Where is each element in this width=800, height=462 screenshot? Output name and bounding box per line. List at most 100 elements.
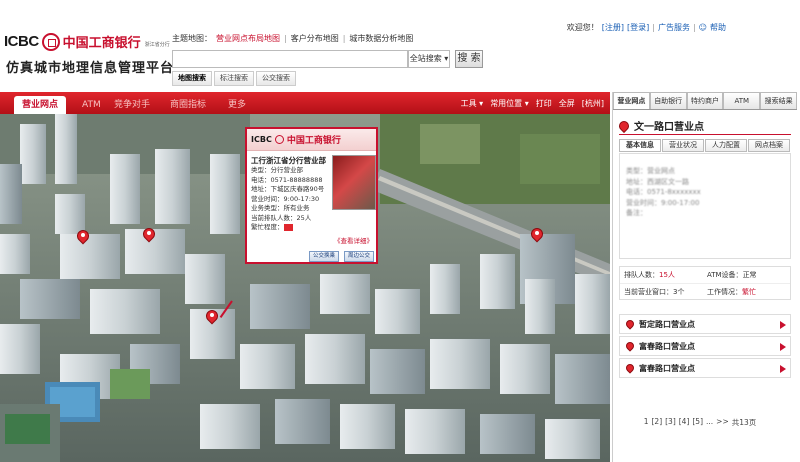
popup-info-queue: 当前排队人数：25人 — [251, 213, 312, 222]
welcome-text: 欢迎您！ — [566, 23, 599, 32]
menu-tab-business-district[interactable]: 商圈指标 — [170, 96, 206, 114]
queue-label: 排队人数： — [624, 271, 659, 279]
bus-transfer-button[interactable]: 公交换乘 — [309, 251, 340, 262]
top-links: 欢迎您！ [注册] [登录] | 广告服务 | ☺ 帮助 — [567, 22, 726, 33]
ad-service-link[interactable]: 广告服务 — [658, 22, 690, 33]
outlet-list-item[interactable]: 富春路口营业点 — [619, 336, 791, 356]
info-note: 备注： — [626, 209, 647, 217]
logo-branch-note: 浙江省分行 — [144, 42, 170, 48]
divider: | — [284, 34, 287, 43]
search-scope-label: 全站搜索 — [409, 54, 442, 63]
stats-row: 排队人数：15人 ATM设备：正常 — [620, 267, 790, 283]
theme-map-nav: 主题地图： 营业网点布局地图 | 客户分布地图 | 城市数据分析地图 — [172, 33, 413, 44]
logo-text-en: ICBC — [4, 33, 39, 50]
login-link[interactable]: [登录] — [627, 22, 649, 33]
tab-business-status[interactable]: 营业状况 — [662, 139, 704, 152]
tab-bus-search[interactable]: 公交搜索 — [256, 71, 296, 86]
register-link[interactable]: [注册] — [602, 22, 624, 33]
menu-tab-outlets[interactable]: 营业网点 — [14, 96, 67, 114]
city-selector[interactable]: [杭州] — [582, 98, 604, 109]
popup-header: ICBC 中国工商银行 — [247, 129, 376, 151]
outlet-list-item[interactable]: 暂定路口营业点 — [619, 314, 791, 334]
theme-outlet-layout-link[interactable]: 营业网点布局地图 — [216, 33, 280, 44]
work-value: 繁忙 — [742, 288, 756, 296]
atm-label: ATM设备： — [707, 271, 743, 279]
popup-info-phone: 电话：0571-88888888 — [251, 175, 323, 184]
next-pages-button[interactable]: >> — [716, 417, 729, 428]
tab-basic-info[interactable]: 基本信息 — [619, 139, 661, 152]
map-menubar: 营业网点 ATM 竞争对手 商圈指标 更多 工具 ▾ 常用位置 ▾ 打印 全屏 … — [0, 92, 610, 114]
atm-stat: ATM设备：正常 — [707, 267, 790, 283]
tools-menu[interactable]: 工具 ▾ — [461, 98, 484, 109]
icbc-logo[interactable]: ICBC 中国工商银行 浙江省分行 — [4, 32, 170, 51]
info-hours: 营业时间：9:00-17:00 — [626, 198, 700, 207]
search-button[interactable]: 搜 索 — [455, 50, 483, 68]
outlet-info-popup: ICBC 中国工商银行 工行浙江省分行营业部 类型：分行营业部 电话：0571-… — [245, 127, 378, 264]
panel-tab-outlets[interactable]: 营业网点 — [613, 92, 650, 109]
panel-tab-self-service[interactable]: 自助银行 — [649, 92, 687, 109]
map-marker[interactable] — [74, 227, 92, 246]
theme-customer-map-link[interactable]: 客户分布地图 — [291, 33, 339, 44]
info-panel: 营业网点 自助银行 特约商户 ATM 搜索结果 文一路口营业点 基本信息 营业状… — [612, 92, 797, 462]
location-pin-icon — [624, 318, 636, 330]
page-2[interactable]: [2] — [652, 417, 663, 428]
map-pin-dot — [81, 233, 85, 237]
panel-tab-merchants[interactable]: 特约商户 — [686, 92, 724, 109]
page-5[interactable]: [5] — [692, 417, 703, 428]
system-title: 仿真城市地理信息管理平台 — [6, 61, 175, 76]
outlet-list-name: 富春路口营业点 — [639, 363, 695, 373]
icbc-seal-icon — [274, 135, 284, 144]
selected-outlet-title: 文一路口营业点 — [616, 118, 704, 133]
theme-label: 主题地图： — [172, 34, 212, 43]
work-label: 工作情况： — [707, 288, 742, 296]
window-value: 3个 — [673, 288, 685, 296]
divider: | — [692, 23, 696, 32]
help-link[interactable]: 帮助 — [710, 22, 726, 33]
panel-tab-atm[interactable]: ATM — [723, 92, 761, 109]
map-pin-dot — [147, 231, 151, 235]
menu-tab-competitors[interactable]: 竞争对手 — [114, 96, 150, 114]
map-marker-selected[interactable] — [203, 307, 221, 326]
help-icon[interactable]: ☺ — [699, 23, 707, 32]
map-marker[interactable] — [140, 225, 158, 244]
panel-tab-search-results[interactable]: 搜索结果 — [760, 92, 797, 109]
fullscreen-button[interactable]: 全屏 — [559, 98, 575, 109]
window-stat: 当前营业窗口：3个 — [624, 284, 707, 299]
window-label: 当前营业窗口： — [624, 288, 673, 296]
arrow-right-icon — [780, 343, 786, 351]
total-pages: 共13页 — [731, 418, 757, 427]
nearby-bus-button[interactable]: 周边公交 — [344, 251, 375, 262]
arrow-right-icon — [780, 321, 786, 329]
queue-value: 15人 — [659, 271, 675, 279]
atm-value: 正常 — [742, 271, 757, 279]
popup-info-business: 业务类型：所有业务 — [251, 204, 310, 212]
divider: | — [652, 23, 655, 32]
tab-marker-search[interactable]: 标注搜索 — [214, 71, 254, 86]
page-4[interactable]: [4] — [679, 417, 690, 428]
map-marker[interactable] — [528, 225, 546, 244]
menu-tab-more[interactable]: 更多 — [228, 96, 246, 114]
theme-city-data-link[interactable]: 城市数据分析地图 — [349, 33, 413, 44]
basic-info-box: 类型：营业网点 地址：西湖区文一路 电话：0571-8xxxxxxx 营业时间：… — [619, 153, 791, 259]
popup-info-address: 地址：下城区庆春路90号 — [251, 185, 325, 193]
search-scope-select[interactable]: 全站搜索 ▾ — [408, 50, 450, 68]
panel-tabs: 营业网点 自助银行 特约商户 ATM 搜索结果 — [613, 92, 797, 110]
page-1[interactable]: 1 — [644, 417, 649, 428]
view-detail-link[interactable]: 《查看详细》 — [334, 235, 373, 245]
page-3[interactable]: [3] — [665, 417, 676, 428]
outlet-list-name: 暂定路口营业点 — [639, 319, 695, 329]
outlet-list-item[interactable]: 富春路口营业点 — [619, 358, 791, 378]
tab-outlet-archive[interactable]: 网点档案 — [748, 139, 790, 152]
pagination: 1 [2] [3] [4] [5] ... >> 共13页 — [610, 417, 790, 428]
menu-tab-atm[interactable]: ATM — [82, 96, 101, 114]
tab-staffing[interactable]: 人力配置 — [705, 139, 747, 152]
search-input[interactable] — [172, 50, 408, 68]
popup-info-busy: 繁忙程度： — [251, 223, 324, 233]
divider — [619, 134, 791, 135]
common-location-menu[interactable]: 常用位置 ▾ — [490, 98, 529, 109]
arrow-right-icon — [780, 365, 786, 373]
icbc-seal-icon — [41, 32, 60, 51]
tab-map-search[interactable]: 地图搜索 — [172, 71, 212, 86]
map-pin-dot — [535, 231, 539, 235]
print-button[interactable]: 打印 — [536, 98, 552, 109]
